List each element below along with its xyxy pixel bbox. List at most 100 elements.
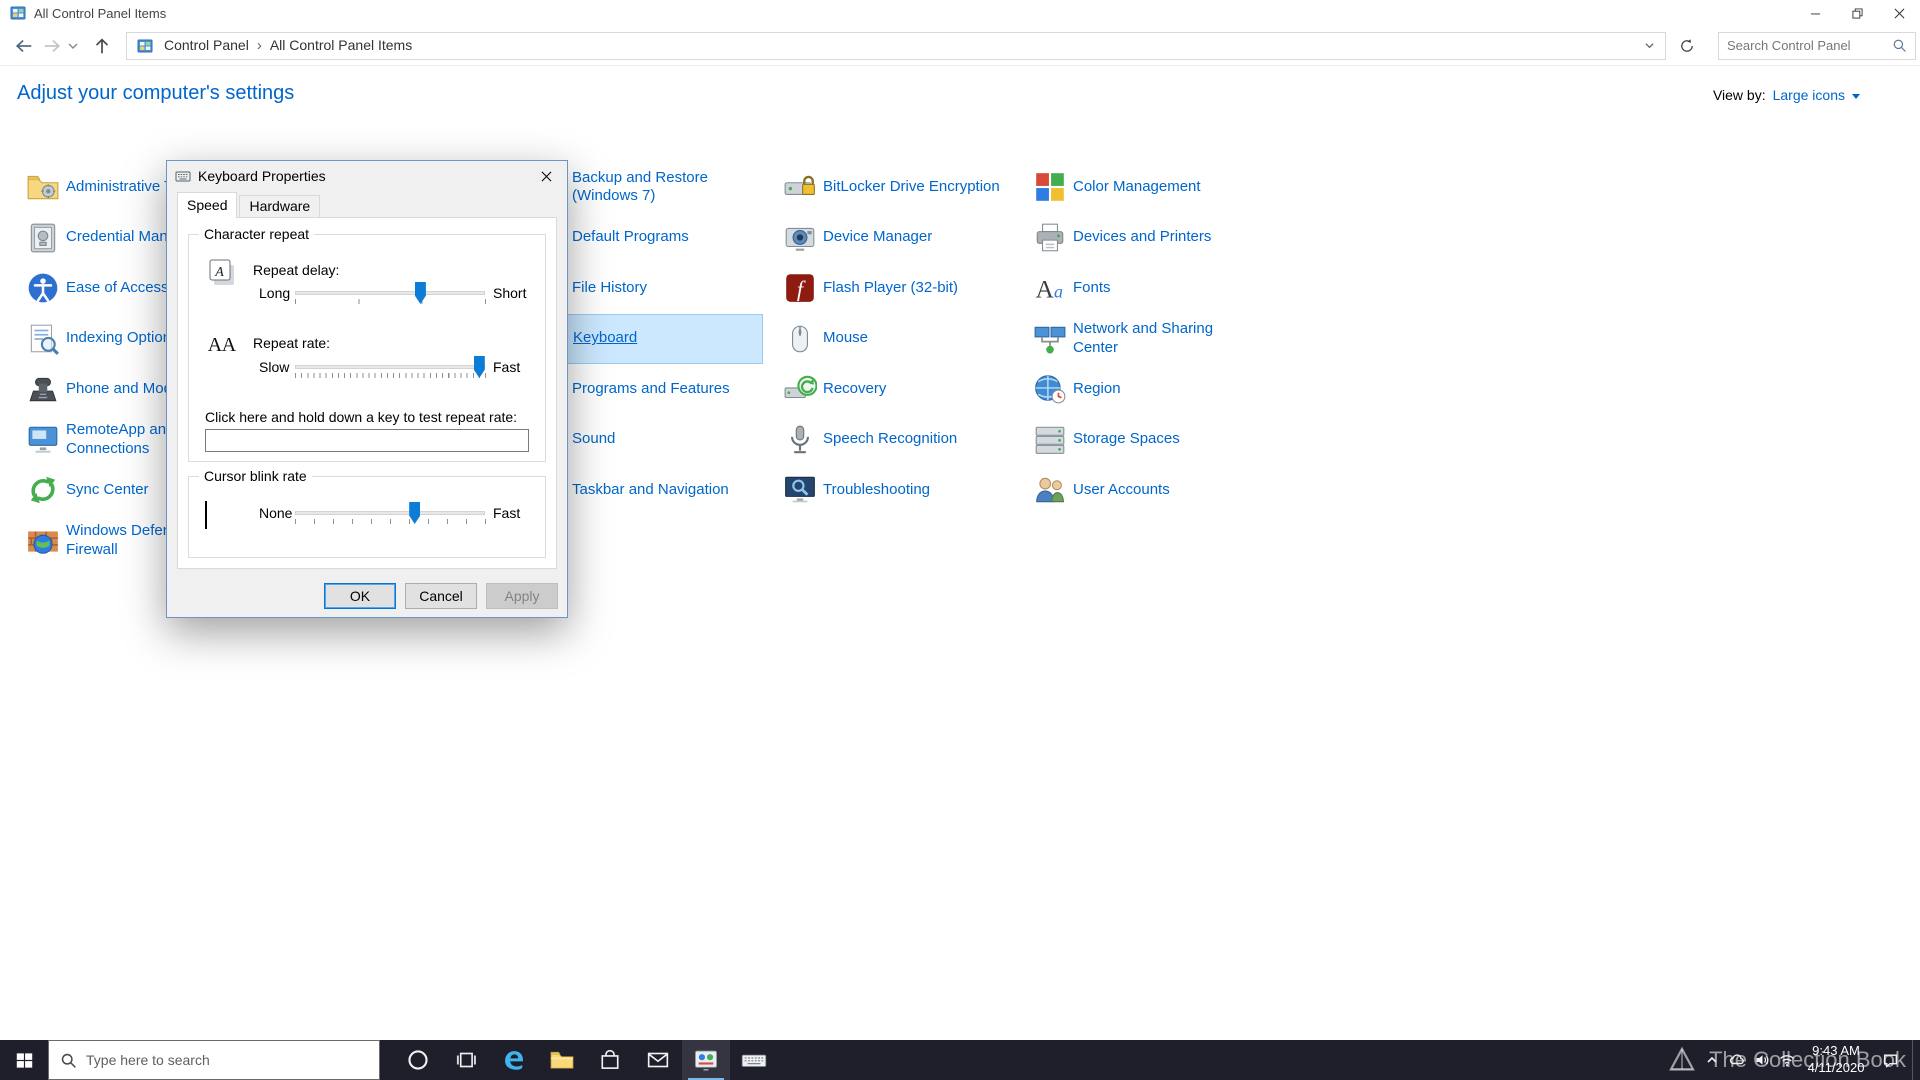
action-center-button[interactable] [1877,1040,1903,1080]
cp-item-label: Indexing Options [66,329,179,347]
taskbar-app-cortana[interactable] [394,1040,442,1080]
svg-text:A: A [208,334,223,356]
search-icon [61,1053,76,1068]
minimize-button[interactable] [1794,0,1836,26]
taskbar-app-task-view[interactable] [442,1040,490,1080]
chevron-down-icon [1852,93,1860,99]
start-button[interactable] [0,1040,48,1080]
cp-item-label: Default Programs [572,228,689,246]
repeat-delay-label: Repeat delay: [253,262,340,278]
address-dropdown-icon[interactable] [1639,40,1659,51]
control-panel-item-storage-spaces[interactable]: Storage Spaces [1027,415,1184,466]
control-panel-item-speech-recognition[interactable]: Speech Recognition [777,415,961,466]
taskbar-app-keyboard[interactable] [730,1040,778,1080]
breadcrumb: Control Panel › All Control Panel Items [157,37,419,55]
window-controls [1794,0,1920,26]
region-icon [1031,371,1068,408]
ease-of-access-icon [24,270,61,307]
repeat-delay-slider: Long Short [189,281,545,309]
slider-track[interactable] [295,365,485,369]
repeat-test-input[interactable] [205,429,529,452]
keyboard-icon [175,168,191,184]
speaker-icon[interactable] [1754,1052,1770,1068]
taskbar-apps [394,1040,778,1080]
navigation-bar: Control Panel › All Control Panel Items [0,26,1920,66]
slider-max-label: Short [493,285,527,301]
cp-item-label: Storage Spaces [1073,430,1180,448]
search-input[interactable] [1727,38,1892,53]
cursor-blink-group: Cursor blink rate None Fast [188,468,546,558]
character-repeat-legend: Character repeat [199,226,315,242]
control-panel-item-sync-center[interactable]: Sync Center [20,465,153,516]
refresh-button[interactable] [1672,32,1702,60]
view-by-control[interactable]: View by: Large icons [1713,87,1860,103]
taskbar-clock[interactable]: 9:43 AM 4/11/2020 [1804,1043,1868,1077]
taskbar-app-store[interactable] [586,1040,634,1080]
apply-button[interactable]: Apply [486,583,558,609]
cancel-button[interactable]: Cancel [405,583,477,609]
control-panel-item-color-management[interactable]: Color Management [1027,162,1205,213]
control-panel-item-bitlocker-drive-encryption[interactable]: BitLocker Drive Encryption [777,162,1004,213]
cp-item-label: Taskbar and Navigation [572,480,729,498]
control-panel-item-mouse[interactable]: Mouse [777,314,872,365]
tab-speed[interactable]: Speed [177,192,238,218]
watermark-logo [1669,1046,1696,1071]
ok-button[interactable]: OK [324,583,396,609]
bitlocker-icon [781,169,818,206]
cp-column-3: BitLocker Drive Encryption Device Manager… [777,162,1004,516]
back-button[interactable] [12,32,36,60]
slider-min-label: None [259,505,293,521]
breadcrumb-segment-control-panel[interactable]: Control Panel [157,37,256,53]
slider-ticks [295,519,486,524]
slider-min-label: Slow [259,359,290,375]
cp-item-label: Sync Center [66,480,149,498]
show-desktop-button[interactable] [1912,1040,1918,1080]
breadcrumb-segment-all-control-panel-items[interactable]: All Control Panel Items [263,37,419,53]
taskbar-app-mail[interactable] [634,1040,682,1080]
control-panel-item-flash-player-32-bit[interactable]: f Flash Player (32-bit) [777,263,962,314]
network-icon[interactable] [1779,1052,1795,1068]
search-icon [1892,38,1907,53]
close-button[interactable] [1878,0,1920,26]
clock-time: 9:43 AM [1812,1043,1860,1059]
dialog-titlebar: Keyboard Properties [167,161,567,191]
control-panel-item-region[interactable]: Region [1027,364,1125,415]
recent-pages-dropdown[interactable] [66,32,80,60]
cp-item-label: User Accounts [1073,480,1170,498]
taskbar-app-control-panel[interactable] [682,1040,730,1080]
restore-button[interactable] [1836,0,1878,26]
chevron-up-icon[interactable] [1704,1052,1720,1068]
forward-button[interactable] [40,32,64,60]
cp-item-label: Sound [572,430,616,448]
control-panel-item-troubleshooting[interactable]: Troubleshooting [777,465,934,516]
repeat-rate-label: Repeat rate: [253,335,331,351]
up-button[interactable] [90,32,114,60]
taskbar-search-placeholder: Type here to search [86,1052,210,1068]
dialog-close-button[interactable] [525,161,567,191]
control-panel-item-devices-and-printers[interactable]: Devices and Printers [1027,213,1215,264]
control-panel-item-indexing-options[interactable]: Indexing Options [20,314,183,365]
cloud-icon[interactable] [1729,1052,1745,1068]
view-by-label: View by: [1712,87,1766,103]
slider-track[interactable] [295,291,485,295]
phone-and-modem-icon [24,371,61,408]
tab-hardware[interactable]: Hardware [239,195,321,217]
control-panel-item-network-and-sharing-center[interactable]: Network and Sharing Center [1027,314,1249,365]
address-bar[interactable]: Control Panel › All Control Panel Items [126,31,1666,60]
taskbar-app-file-explorer[interactable] [538,1040,586,1080]
cp-item-label: Troubleshooting [823,480,931,498]
system-tray: 9:43 AM 4/11/2020 [1704,1040,1920,1080]
taskbar-search[interactable]: Type here to search [48,1040,380,1080]
control-panel-item-fonts[interactable]: Aa Fonts [1027,263,1115,314]
device-manager-icon [781,219,818,256]
control-panel-item-user-accounts[interactable]: User Accounts [1027,465,1174,516]
control-panel-item-recovery[interactable]: Recovery [777,364,890,415]
taskbar-app-edge[interactable] [490,1040,538,1080]
troubleshooting-icon [781,472,818,509]
view-by-value[interactable]: Large icons [1773,87,1845,103]
control-panel-item-device-manager[interactable]: Device Manager [777,213,936,264]
speech-recognition-icon [781,421,818,458]
slider-ticks [295,299,486,304]
slider-track[interactable] [295,511,485,515]
svg-text:A: A [214,265,224,280]
